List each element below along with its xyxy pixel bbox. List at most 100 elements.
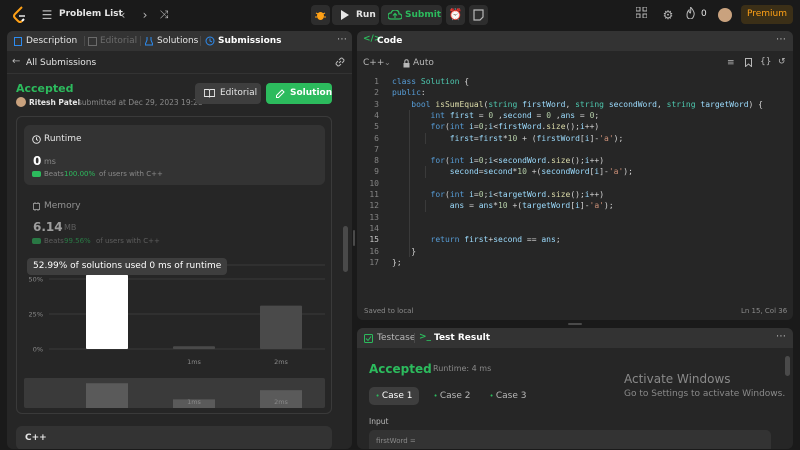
line-text: class Solution { [392,77,470,86]
indent-guide [425,166,426,178]
problem-list-link[interactable]: Problem List [59,9,123,19]
code-line[interactable]: 10 [363,178,788,189]
stats-card: Runtime 0 ms Beats 100.00% of users with… [16,116,332,414]
tab-divider [84,36,85,46]
result-status: Accepted [369,362,432,376]
x-tick-label: 1ms [187,358,201,366]
code-line[interactable]: 4 int first = 0 ,second = 0 ,ans = 0; [363,110,788,121]
tab-editorial[interactable]: Editorial [100,31,137,51]
code-line[interactable]: 12 ans = ans*10 +(targetWord[i]-'a'); [363,200,788,211]
braces-icon[interactable]: {} [760,57,771,67]
code-tab-title[interactable]: Code [377,31,402,51]
line-text: for(int i=0;i<secondWord.size();i++) [430,156,605,166]
memory-card[interactable]: Memory 6.14 MB Beats 99.56% of users wit… [24,192,325,252]
chevron-down-icon[interactable]: ⌄ [384,58,391,67]
vertical-splitter[interactable] [353,230,355,246]
tab-testcase[interactable]: Testcase [377,328,415,348]
code-editor[interactable]: 1 class Solution {2 public: 3 bool isSumEqu… [363,76,788,276]
runtime-card[interactable]: Runtime 0 ms Beats 100.00% of users with… [24,125,325,185]
chevron-right-icon[interactable]: › [139,7,151,23]
code-language-card: C++ [16,426,332,449]
author-name[interactable]: Ritesh Patel [29,98,80,107]
scrollbar-thumb[interactable] [343,226,348,272]
code-line[interactable]: 8 for(int i=0;i<secondWord.size();i++) [363,155,788,166]
submitted-time: submitted at Dec 29, 2023 19:28 [78,98,203,107]
runtime-beats-suffix: of users with C++ [99,170,163,178]
code-line[interactable]: 6 first=first*10 + (firstWord[i]-'a'); [363,133,788,144]
code-line[interactable]: 2 public: [363,87,788,98]
distribution-range-slider[interactable]: 1ms 2ms [17,378,333,408]
case-2-label: Case 2 [439,391,471,401]
more-icon[interactable]: ⋯ [776,34,786,45]
tab-solutions[interactable]: Solutions [157,31,198,51]
line-number: 17 [369,257,379,267]
save-status: Saved to local [364,307,414,315]
chip-icon [32,202,41,211]
line-number: 5 [374,122,379,132]
code-line[interactable]: 3 bool isSumEqual(string firstWord, stri… [363,99,788,110]
solution-button[interactable]: Solution [266,83,332,104]
code-line[interactable]: 13 [363,212,788,223]
code-line[interactable]: 15 return first+second == ans; [363,234,788,245]
editorial-button[interactable]: Editorial [195,83,261,104]
tab-test-result[interactable]: Test Result [434,328,490,348]
clock-icon [32,135,41,144]
scrollbar-thumb[interactable] [785,356,790,376]
input-value-box: firstWord = [369,430,771,449]
code-line[interactable]: 9 second=second*10 +(secondWord[i]-'a'); [363,166,788,177]
code-line[interactable]: 11 for(int i=0;i<targetWord.size();i++) [363,189,788,200]
code-language-label: C++ [25,433,47,443]
more-icon[interactable]: ⋯ [776,331,786,342]
editorial-label: Editorial [220,88,258,98]
case-1-tab[interactable]: • Case 1 [369,387,419,405]
code-line[interactable]: 16 } [363,246,788,257]
case-3-label: Case 3 [495,391,527,401]
runtime-value: 0 [33,154,42,168]
fire-icon[interactable] [686,7,698,19]
premium-button[interactable]: Premium [741,5,793,24]
chevron-left-icon[interactable]: ‹ [117,7,129,23]
horizontal-splitter[interactable] [568,323,582,325]
y-tick-label: 0% [33,346,43,354]
line-number: 4 [374,110,379,120]
notes-button[interactable] [469,5,488,25]
avatar[interactable] [718,8,732,22]
distribution-bar[interactable] [173,346,215,349]
y-tick-label: 50% [29,276,43,284]
autocomplete-mode[interactable]: Auto [413,58,434,68]
code-line[interactable]: 5 for(int i=0;i<firstWord.size();i++) [363,121,788,132]
grid-icon[interactable] [636,7,650,18]
debug-button[interactable] [311,5,330,25]
mini-bar [86,383,128,408]
line-text: for(int i=0;i<firstWord.size();i++) [430,122,600,132]
leetcode-logo[interactable] [12,6,28,24]
case-3-tab[interactable]: • Case 3 [483,387,533,405]
all-submissions-link[interactable]: All Submissions [26,58,96,68]
language-select[interactable]: C++ [363,58,384,68]
bookmark-icon[interactable] [745,58,752,67]
run-button[interactable]: Run [332,5,379,25]
tab-submissions[interactable]: Submissions [218,31,282,51]
link-icon[interactable] [335,57,345,67]
tab-description[interactable]: Description [26,31,77,51]
submission-status: Accepted [16,82,74,95]
reset-icon[interactable]: ↺ [778,57,786,67]
code-line[interactable]: 7 [363,144,788,155]
submit-button[interactable]: Submit [381,5,442,25]
gear-icon[interactable]: ⚙ [661,7,675,23]
timer-button[interactable]: ⏰ [446,5,465,25]
runtime-unit: ms [44,157,56,166]
code-line[interactable]: 17}; [363,257,788,268]
code-line[interactable]: 14 [363,223,788,234]
more-icon[interactable]: ⋯ [337,34,347,45]
list-icon[interactable]: ☰ [40,7,54,23]
distribution-bar[interactable] [260,305,302,349]
case-2-tab[interactable]: • Case 2 [427,387,477,405]
shuffle-icon[interactable]: ⤨ [157,7,171,23]
code-line[interactable]: 1 class Solution { [363,76,788,87]
format-icon[interactable]: ≡ [727,58,735,68]
distribution-bar[interactable] [86,274,128,349]
tab-divider [414,333,415,343]
arrow-left-icon[interactable]: ← [12,56,20,67]
divider [7,73,352,74]
